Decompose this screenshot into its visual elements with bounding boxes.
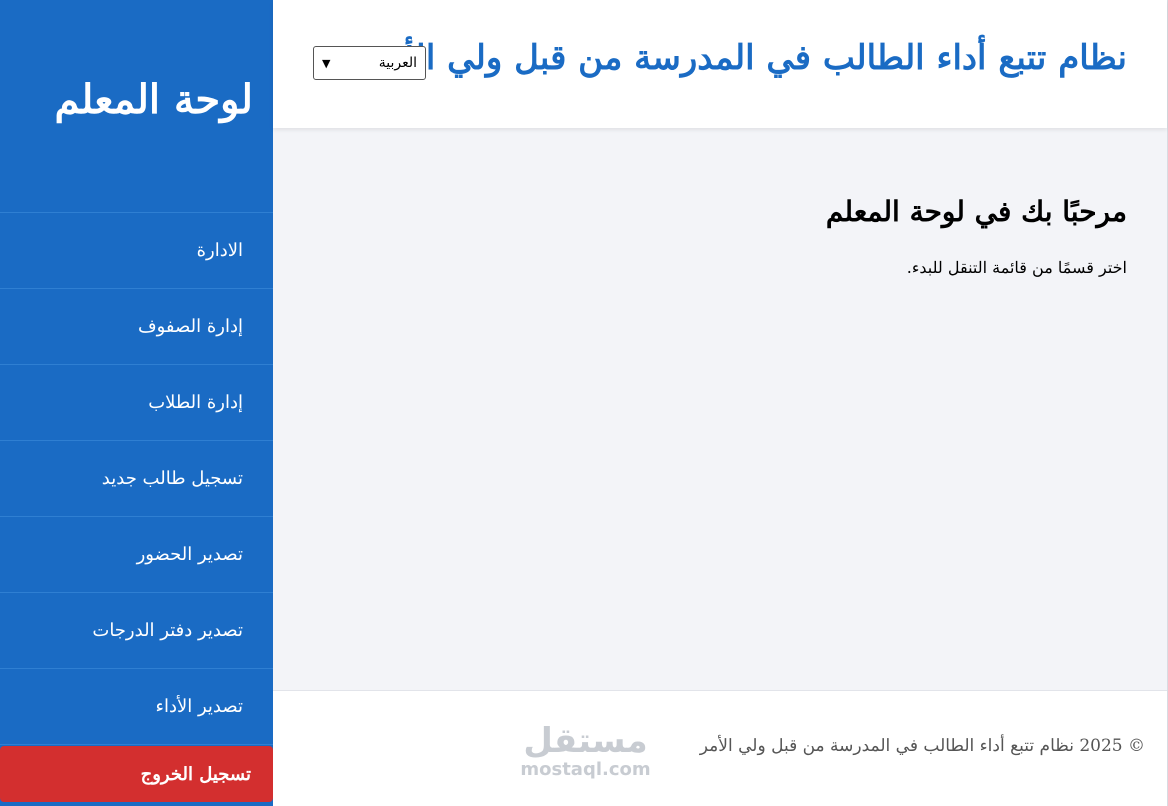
sidebar-item-register-student[interactable]: تسجيل طالب جديد xyxy=(0,441,273,517)
sidebar-item-manage-classes[interactable]: إدارة الصفوف xyxy=(0,289,273,365)
language-select-value: العربية xyxy=(378,55,417,71)
sidebar-item-manage-students[interactable]: إدارة الطلاب xyxy=(0,365,273,441)
logout-button[interactable]: تسجيل الخروج xyxy=(0,746,273,802)
sidebar-item-export-gradebook[interactable]: تصدير دفتر الدرجات xyxy=(0,593,273,669)
page-title: نظام تتبع أداء الطالب في المدرسة من قبل … xyxy=(369,38,1127,78)
watermark-arabic: مستقل xyxy=(523,721,648,761)
watermark-english: mostaql.com xyxy=(520,759,651,780)
welcome-heading: مرحبًا بك في لوحة المعلم xyxy=(825,195,1127,228)
footer-copyright: © 2025 نظام تتبع أداء الطالب في المدرسة … xyxy=(699,736,1145,756)
chevron-down-icon: ▼ xyxy=(322,56,331,70)
sidebar-title: لوحة المعلم xyxy=(0,0,273,213)
welcome-hint: اختر قسمًا من قائمة التنقل للبدء. xyxy=(906,258,1127,277)
sidebar-item-export-attendance[interactable]: تصدير الحضور xyxy=(0,517,273,593)
sidebar: لوحة المعلم الادارة إدارة الصفوف إدارة ا… xyxy=(0,0,273,806)
main-area: نظام تتبع أداء الطالب في المدرسة من قبل … xyxy=(273,0,1168,806)
welcome-section: مرحبًا بك في لوحة المعلم اختر قسمًا من ق… xyxy=(826,195,1127,277)
page-footer: مستقل mostaql.com © 2025 نظام تتبع أداء … xyxy=(273,690,1167,806)
mostaql-watermark: مستقل mostaql.com xyxy=(513,721,658,779)
sidebar-item-export-performance[interactable]: تصدير الأداء xyxy=(0,669,273,745)
language-select[interactable]: العربية ▼ xyxy=(313,46,426,80)
sidebar-item-administration[interactable]: الادارة xyxy=(0,213,273,289)
app-root: لوحة المعلم الادارة إدارة الصفوف إدارة ا… xyxy=(0,0,1168,806)
page-header: نظام تتبع أداء الطالب في المدرسة من قبل … xyxy=(273,0,1167,128)
